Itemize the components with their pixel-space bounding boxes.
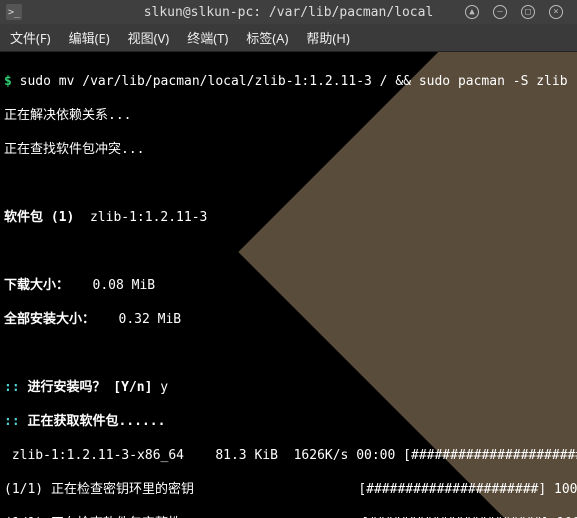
menu-edit[interactable]: 编辑(E) [65,26,114,49]
menu-view[interactable]: 视图(V) [124,26,174,49]
menu-bar: 文件(F) 编辑(E) 视图(V) 终端(T) 标签(A) 帮助(H) [0,24,577,52]
status-conflict-check: 正在查找软件包冲突... [4,141,573,158]
retrieving-status: 正在获取软件包...... [27,414,165,429]
proceed-prompt: 进行安装吗？ [Y/n] [27,380,160,395]
terminal-output[interactable]: $ sudo mv /var/lib/pacman/local/zlib-1:1… [0,52,577,518]
minimize-button[interactable]: – [493,5,507,19]
window-controls: ▲ – □ × [465,5,577,19]
marker-icon: :: [4,414,27,429]
download-size-value: 0.08 MiB [69,278,155,293]
blank [4,345,573,362]
blank [4,175,573,192]
menu-help[interactable]: 帮助(H) [302,26,353,49]
proceed-answer: y [160,380,168,395]
command-text: sudo mv /var/lib/pacman/local/zlib-1:1.2… [20,74,568,89]
marker-icon: :: [4,380,27,395]
step-key-check: (1/1) 正在检查密钥环里的密钥 [4,482,358,497]
download-progress-line: zlib-1:1.2.11-3-x86_64 81.3 KiB 1626K/s … [4,448,403,463]
prompt: $ [4,74,20,89]
collapse-button[interactable]: ▲ [465,5,479,19]
packages-name: zlib-1:1.2.11-3 [74,210,207,225]
status-resolve: 正在解决依赖关系... [4,107,573,124]
menu-file[interactable]: 文件(F) [6,26,55,49]
download-size-label: 下载大小： [4,278,69,293]
progress-bar: [######################] [358,481,546,498]
progress-bar: [######################] [403,447,577,464]
terminal-app-icon: >_ [6,4,22,20]
packages-label: 软件包 (1) [4,210,74,225]
menu-tabs[interactable]: 标签(A) [242,26,292,49]
window-titlebar: >_ slkun@slkun-pc: /var/lib/pacman/local… [0,0,577,24]
install-size-value: 0.32 MiB [95,312,181,327]
blank [4,243,573,260]
maximize-button[interactable]: □ [521,5,535,19]
menu-terminal[interactable]: 终端(T) [183,26,232,49]
progress-pct: 100% [546,482,577,497]
install-size-label: 全部安装大小： [4,312,95,327]
close-button[interactable]: × [549,5,563,19]
